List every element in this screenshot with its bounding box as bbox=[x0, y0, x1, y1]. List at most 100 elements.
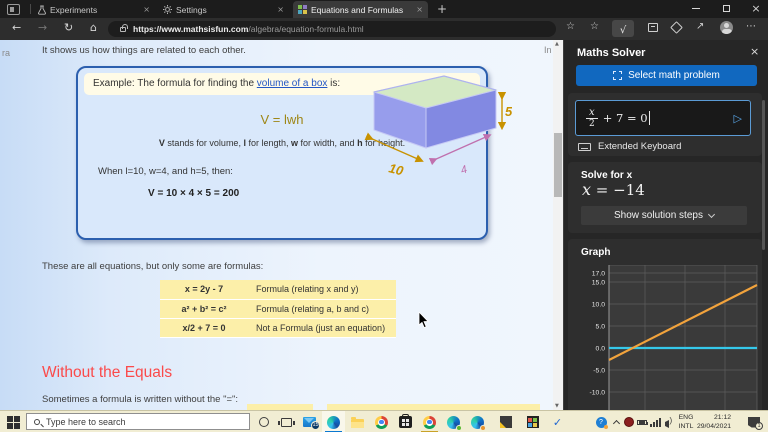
tray-app-icon[interactable] bbox=[622, 411, 635, 432]
task-view-button[interactable] bbox=[275, 411, 298, 432]
select-math-problem-button[interactable]: Select math problem bbox=[576, 65, 757, 86]
start-button[interactable] bbox=[2, 411, 25, 432]
network-signal-icon[interactable] bbox=[649, 411, 661, 432]
scroll-down-icon[interactable]: ▼ bbox=[555, 403, 559, 409]
after-heading-paragraph: Sometimes a formula is written without t… bbox=[42, 394, 238, 405]
share-icon[interactable]: ↗ bbox=[696, 21, 704, 32]
scroll-up-icon[interactable]: ▲ bbox=[555, 41, 559, 47]
maths-solver-panel: Maths Solver × Select math problem x 2 +… bbox=[563, 40, 768, 432]
store-icon bbox=[399, 416, 412, 428]
search-icon bbox=[34, 419, 40, 425]
collections-icon[interactable] bbox=[648, 23, 658, 32]
edge-dev-app-button[interactable] bbox=[442, 411, 465, 432]
equations-table: x = 2y - 7 Formula (relating x and y) a²… bbox=[160, 280, 396, 338]
math-input-field[interactable]: x 2 + 7 = 0 ▷ bbox=[575, 100, 751, 136]
clock-time: 21:12 bbox=[697, 413, 731, 422]
length-label: 10 bbox=[387, 160, 405, 178]
back-icon[interactable]: ← bbox=[12, 21, 21, 34]
edge-dev-icon bbox=[447, 416, 460, 429]
height-label: 5 bbox=[505, 104, 512, 119]
edge-beta-app-button[interactable] bbox=[466, 411, 489, 432]
notification-center-button[interactable]: 1 bbox=[744, 411, 764, 432]
file-explorer-button[interactable] bbox=[346, 411, 369, 432]
example-header-prefix: Example: The formula for finding the bbox=[93, 78, 257, 89]
panel-scrollbar-thumb[interactable] bbox=[762, 100, 765, 250]
help-tray-icon[interactable]: ? bbox=[594, 411, 608, 432]
extended-keyboard-row[interactable]: Extended Keyboard bbox=[578, 141, 681, 152]
chrome-beta-app-button[interactable] bbox=[418, 411, 441, 432]
edge-browser-window: Experiments × Settings × Equations an bbox=[0, 0, 768, 432]
notification-badge: 1 bbox=[755, 422, 763, 430]
equation-cell: x/2 + 7 = 0 bbox=[160, 318, 248, 337]
tab-close-icon[interactable]: × bbox=[277, 5, 284, 14]
favorites-bar-star-icon[interactable]: ☆ bbox=[590, 21, 599, 32]
tab-label: Equations and Formulas bbox=[311, 5, 403, 15]
equation-cell: x = 2y - 7 bbox=[160, 280, 248, 299]
clock[interactable]: 21:12 29/04/2021 bbox=[694, 411, 734, 432]
close-window-button[interactable]: × bbox=[742, 0, 768, 17]
box-illustration: 10 4 5 bbox=[360, 68, 512, 186]
extended-keyboard-label: Extended Keyboard bbox=[598, 141, 681, 152]
tab-close-icon[interactable]: × bbox=[143, 5, 150, 14]
y-tick: -10.0 bbox=[590, 390, 606, 397]
address-bar[interactable]: https://www.mathsisfun.com /algebra/equa… bbox=[108, 21, 556, 37]
check-icon: ✓ bbox=[553, 416, 562, 429]
chrome-icon bbox=[423, 416, 436, 429]
math-input-card: x 2 + 7 = 0 ▷ Extended Keyboard bbox=[568, 93, 762, 156]
cortana-button[interactable] bbox=[252, 411, 275, 432]
chrome-app-button[interactable] bbox=[370, 411, 393, 432]
home-icon[interactable]: ⌂ bbox=[90, 21, 97, 34]
new-tab-button[interactable]: + bbox=[437, 2, 447, 16]
solution-graph[interactable]: 17.0 15.0 10.0 5.0 0.0 -5.0 -10.0 bbox=[575, 265, 761, 431]
example-box: Example: The formula for finding the vol… bbox=[76, 66, 488, 240]
fraction: x 2 bbox=[586, 108, 598, 129]
edge-app-button[interactable] bbox=[322, 411, 345, 432]
minimize-button[interactable] bbox=[682, 0, 710, 17]
math-solver-icon: √ bbox=[620, 25, 626, 36]
browser-toolbar: ← → ↻ ⌂ https://www.mathsisfun.com /alge… bbox=[0, 18, 768, 40]
mail-icon: 15 bbox=[303, 417, 316, 427]
mail-app-button[interactable]: 15 bbox=[298, 411, 321, 432]
tab-equations-and-formulas[interactable]: Equations and Formulas × bbox=[293, 1, 428, 18]
coupons-icon[interactable] bbox=[670, 21, 683, 34]
tab-settings[interactable]: Settings × bbox=[158, 1, 289, 18]
scrollbar-thumb[interactable] bbox=[554, 133, 562, 197]
tab-experiments[interactable]: Experiments × bbox=[33, 1, 155, 18]
battery-icon[interactable] bbox=[635, 411, 649, 432]
y-tick: 0.0 bbox=[596, 346, 606, 353]
page-scrollbar[interactable]: ▲ ▼ bbox=[553, 40, 563, 410]
volume-of-a-box-link[interactable]: volume of a box bbox=[257, 78, 328, 89]
microsoft-store-button[interactable] bbox=[394, 411, 417, 432]
table-row: x/2 + 7 = 0 Not a Formula (just an equat… bbox=[160, 318, 396, 337]
refresh-icon[interactable]: ↻ bbox=[64, 21, 73, 34]
tab-actions-menu-icon[interactable] bbox=[7, 4, 20, 15]
description-cell: Not a Formula (just an equation) bbox=[248, 318, 396, 337]
profile-avatar[interactable] bbox=[720, 21, 733, 34]
beta-badge bbox=[480, 425, 486, 431]
photos-app-button[interactable] bbox=[521, 411, 544, 432]
intro-paragraph: It shows us how things are related to ea… bbox=[42, 45, 246, 56]
dev-badge bbox=[456, 425, 462, 431]
hidden-icons-chevron[interactable] bbox=[610, 411, 622, 432]
submit-arrow-icon[interactable]: ▷ bbox=[734, 112, 742, 125]
result-value: = −14 bbox=[591, 181, 645, 199]
check-app-button[interactable]: ✓ bbox=[546, 411, 569, 432]
mail-badge: 15 bbox=[311, 421, 320, 430]
sticky-notes-button[interactable] bbox=[494, 411, 517, 432]
steps-button-label: Show solution steps bbox=[614, 210, 703, 221]
volume-icon[interactable] bbox=[661, 411, 674, 432]
clock-date: 29/04/2021 bbox=[697, 422, 731, 431]
y-tick: -5.0 bbox=[593, 368, 605, 375]
forward-icon[interactable]: → bbox=[38, 21, 47, 34]
math-solver-toolbar-button[interactable]: √ bbox=[612, 20, 634, 37]
favorites-star-icon[interactable]: ☆ bbox=[566, 21, 575, 32]
language-indicator[interactable]: ENG INTL bbox=[676, 411, 696, 432]
show-solution-steps-button[interactable]: Show solution steps bbox=[581, 206, 747, 225]
tab-close-icon[interactable]: × bbox=[416, 5, 423, 14]
sidebar-text-fragment: ra bbox=[2, 48, 10, 58]
description-cell: Formula (relating x and y) bbox=[248, 280, 396, 299]
panel-close-icon[interactable]: × bbox=[750, 45, 759, 58]
maximize-button[interactable] bbox=[712, 0, 740, 17]
settings-ellipsis-icon[interactable]: ⋯ bbox=[746, 21, 756, 32]
taskbar-search-box[interactable]: Type here to search bbox=[26, 413, 250, 430]
